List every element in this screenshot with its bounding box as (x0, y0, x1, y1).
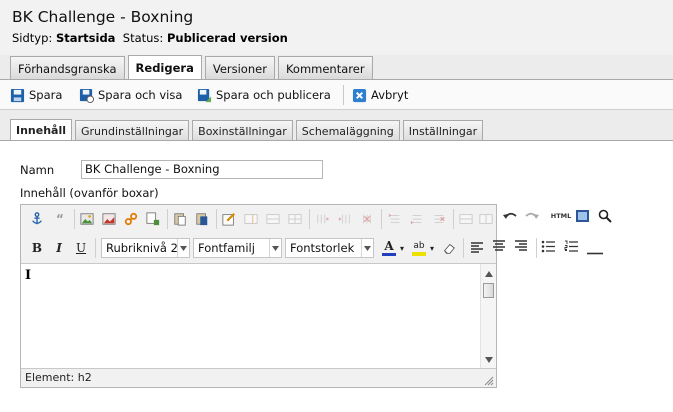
tab-content[interactable]: Innehåll (10, 119, 73, 141)
page-title: BK Challenge - Boxning (12, 8, 194, 26)
bullet-list-button[interactable] (541, 240, 556, 256)
undo-icon (503, 212, 517, 219)
cancel-label: Avbryt (371, 88, 409, 102)
tab-versions[interactable]: Versioner (204, 56, 275, 80)
numbered-list-icon (564, 240, 578, 252)
resize-grip-icon[interactable] (483, 375, 494, 386)
scroll-thumb[interactable] (483, 283, 494, 298)
align-right-button[interactable] (514, 240, 528, 255)
name-label: Namn (20, 163, 55, 177)
content-panel: Namn BK Challenge - Boxning Innehåll (ov… (0, 140, 673, 412)
tab-box-settings[interactable]: Boxinställningar (192, 120, 293, 141)
editor-content-area[interactable]: I (21, 263, 496, 369)
save-and-view-label: Spara och visa (98, 88, 183, 102)
save-button-label: Spara (29, 88, 63, 102)
cancel-button[interactable]: Avbryt (352, 86, 408, 104)
page-status-label: Status: (122, 31, 164, 45)
page-header: BK Challenge - Boxning Sidtyp: Startsida… (0, 0, 673, 55)
page-type-value: Startsida (55, 31, 116, 45)
floppy-disk-view-icon (79, 88, 94, 103)
bullet-list-icon (541, 240, 555, 253)
tab-edit[interactable]: Redigera (127, 55, 202, 80)
tab-preview[interactable]: Förhandsgranska (10, 56, 125, 80)
scroll-up-icon[interactable] (485, 267, 493, 280)
redo-icon (525, 212, 539, 219)
floppy-disk-icon (10, 88, 25, 102)
save-and-view-button[interactable]: Spara och visa (79, 86, 182, 104)
horizontal-rule-button[interactable] (587, 245, 603, 258)
search-button[interactable] (598, 209, 612, 226)
align-center-icon (493, 240, 505, 251)
save-publish-icon (197, 88, 212, 102)
save-and-publish-label: Spara och publicera (216, 88, 331, 102)
tab-comments[interactable]: Kommentarer (277, 56, 373, 80)
element-path: Element: h2 (25, 371, 92, 384)
fullscreen-button[interactable] (575, 209, 590, 226)
undo-button[interactable] (502, 209, 518, 226)
tab-settings[interactable]: Inställningar (402, 120, 484, 141)
action-toolbar: Spara Spara och visa Spara och publicera… (0, 80, 673, 110)
redo-button[interactable] (524, 209, 540, 226)
sub-tabs: Innehåll Grundinställningar Boxinställni… (10, 119, 486, 141)
search-icon (598, 209, 612, 223)
numbered-list-button[interactable] (564, 240, 579, 256)
fullscreen-icon (576, 210, 589, 222)
editor-scrollbar[interactable] (480, 264, 496, 369)
align-right-icon (515, 240, 527, 251)
main-tabs: Förhandsgranska Redigera Versioner Komme… (10, 55, 376, 80)
html-source-button[interactable]: HTML (549, 207, 573, 225)
name-input[interactable]: BK Challenge - Boxning (81, 160, 323, 179)
content-label: Innehåll (ovanför boxar) (20, 186, 159, 200)
align-center-button[interactable] (492, 240, 506, 255)
editor-toolbar-tail (20, 203, 497, 261)
page-status-value: Publicerad version (166, 31, 288, 45)
page-type-label: Sidtyp: (12, 31, 53, 45)
tab-scheduling[interactable]: Schemaläggning (295, 120, 400, 141)
editor-body-text: I (25, 268, 32, 283)
toolbar-separator (343, 85, 344, 105)
editor-separator (536, 238, 537, 258)
tab-basic-settings[interactable]: Grundinställningar (75, 120, 190, 141)
cancel-x-icon (352, 88, 367, 102)
scroll-down-icon[interactable] (485, 353, 493, 366)
editor-status-bar: Element: h2 (21, 368, 496, 387)
save-button[interactable]: Spara (10, 86, 62, 104)
horizontal-rule-icon (587, 252, 603, 255)
save-and-publish-button[interactable]: Spara och publicera (197, 86, 331, 104)
page-meta: Sidtyp: Startsida Status: Publicerad ver… (12, 31, 288, 45)
